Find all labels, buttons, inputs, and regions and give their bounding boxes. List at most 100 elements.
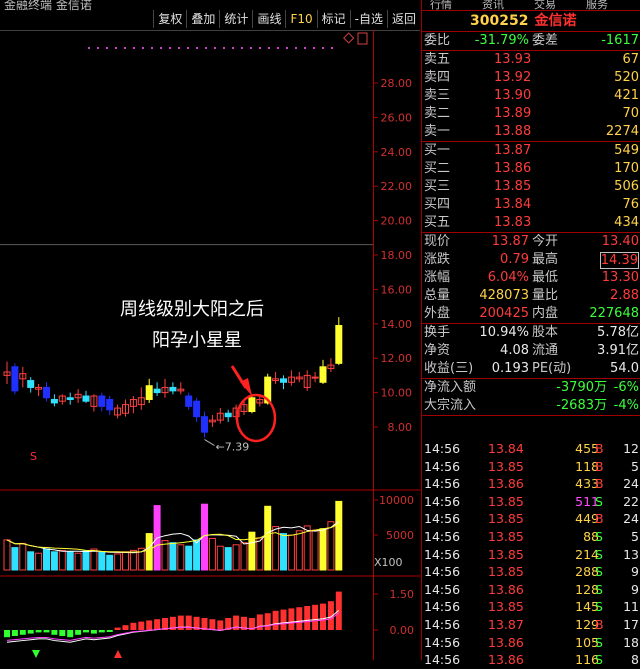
volume-bar (280, 533, 287, 571)
panel-tab-2[interactable]: 交易 (534, 0, 556, 12)
stats2-value: 10.94% (479, 325, 529, 340)
macd-bar (217, 620, 224, 630)
tick-row: 14:56 13.85 88 S 5 (422, 528, 640, 546)
stats2-label: PE(动) (532, 361, 572, 376)
tick-price: 13.85 (488, 599, 524, 615)
candle-body (98, 395, 106, 407)
toolbar-button-5[interactable]: 标记 (316, 10, 350, 28)
bids-price: 13.83 (494, 215, 532, 230)
macd-bar (114, 627, 121, 630)
tick-side: B (595, 511, 604, 527)
bids-price: 13.85 (494, 179, 532, 194)
annotation-line1: 周线级别大阳之后 (120, 299, 264, 320)
page-icon (357, 32, 368, 45)
bids-row: 买一 13.87 549 (422, 142, 640, 160)
macd-bar (4, 630, 10, 638)
panel-tabs: 行情 资讯 交易 服务 (422, 0, 640, 11)
toolbar-button-1[interactable]: 叠加 (186, 10, 219, 28)
asks-volume: 67 (622, 52, 639, 67)
flow-value: -3790万 (556, 380, 607, 395)
volume-bar (169, 542, 177, 571)
low-label: ←7.39 (216, 440, 250, 453)
stats-value: 13.87 (491, 234, 529, 249)
macd-bar (11, 630, 18, 636)
volume-bar (114, 553, 122, 571)
diamond-icon (343, 32, 355, 44)
candle-body (153, 388, 161, 394)
volume-bar (122, 551, 129, 571)
toolbar-button-4[interactable]: F10 (285, 10, 316, 28)
candle-body (82, 395, 90, 402)
asks-label: 卖五 (424, 52, 451, 67)
asks-label: 卖四 (424, 70, 451, 85)
macd-bar (19, 630, 26, 635)
tick-row: 14:56 13.86 433 B 24 (422, 475, 640, 493)
volume-bar (208, 538, 216, 571)
candle-body (335, 325, 343, 364)
macd-tick-label: 1.50 (390, 588, 415, 601)
candle-body (248, 397, 256, 413)
stats-label: 内盘 (532, 306, 559, 321)
toolbar-button-0[interactable]: 复权 (153, 10, 186, 28)
annotation-line2: 阳孕小星星 (152, 330, 242, 351)
macd-bar (67, 630, 74, 638)
volume-bar (35, 552, 43, 571)
volume-bar (264, 505, 272, 571)
stats-label: 涨幅 (424, 270, 451, 285)
bids-volume: 549 (614, 143, 639, 158)
stock-name: 金信诺 (534, 13, 577, 29)
volume-bar (90, 548, 98, 571)
macd-bar (27, 630, 34, 634)
asks-label: 卖三 (424, 88, 451, 103)
flow-value: -2683万 (556, 398, 607, 413)
price-tick-label: 16.00 (381, 283, 413, 296)
bids-volume: 170 (614, 161, 639, 176)
candle-body (185, 395, 193, 407)
volume-bar (177, 544, 185, 571)
volume-bar (193, 539, 201, 571)
stats-value: 428073 (479, 288, 529, 303)
stats-row: 涨跌 0.79 最高 14.39 (422, 251, 640, 269)
price-tick-label: 24.00 (381, 146, 413, 159)
stats-row: 总量 428073 量比 2.88 (422, 287, 640, 305)
volume-bar (129, 549, 137, 571)
chart-toolbar: 复权 叠加 统计 画线 F10 标记 -自选 返回 (153, 10, 420, 28)
asks-row: 卖二 13.89 70 (422, 105, 640, 123)
tick-side: B (595, 476, 604, 492)
macd-tick-label: 0.00 (390, 624, 415, 637)
volume-bar (335, 500, 343, 571)
panel-tab-0[interactable]: 行情 (430, 0, 452, 12)
tick-time: 14:56 (424, 581, 461, 597)
toolbar-button-2[interactable]: 统计 (219, 10, 252, 28)
weibi-value: -31.79% (474, 33, 529, 48)
volume-bar (50, 551, 58, 571)
toolbar-button-6[interactable]: -自选 (349, 10, 387, 28)
tick-count: 5 (631, 529, 639, 544)
toolbar-button-7[interactable]: 返回 (386, 10, 420, 28)
tick-count: 18 (623, 634, 639, 650)
tick-time: 14:56 (424, 476, 461, 492)
price-tick-label: 28.00 (381, 77, 413, 90)
flow-label: 净流入额 (424, 380, 477, 395)
tick-row: 14:56 13.85 449 B 24 (422, 510, 640, 528)
macd-up-arrow-icon (114, 650, 122, 658)
volume-bar (327, 521, 335, 571)
flow-row: 大宗流入 -2683万 -4% (422, 397, 640, 415)
chart-topbar: 金融终端 金信诺 复权 叠加 统计 画线 F10 标记 -自选 返回 (0, 0, 420, 31)
bids-volume: 434 (614, 215, 639, 230)
tick-row: 14:56 13.87 129 B 17 (422, 616, 640, 634)
asks-price: 13.93 (494, 52, 532, 67)
bids-row: 买四 13.84 76 (422, 196, 640, 214)
macd-bar (320, 603, 326, 630)
volume-bar (161, 540, 169, 571)
kline-chart[interactable]: 28.00 26.00 24.00 22.00 20.00 18.00 16.00 14.00… (0, 30, 420, 660)
panel-tab-3[interactable]: 服务 (586, 0, 608, 12)
candle-body (11, 366, 19, 392)
macd-bar (272, 610, 279, 630)
stock-header: 300252 金信诺 (422, 11, 640, 32)
toolbar-button-3[interactable]: 画线 (252, 10, 285, 28)
tick-row: 14:56 13.86 105 S 18 (422, 634, 640, 652)
panel-tab-1[interactable]: 资讯 (482, 0, 504, 12)
price-tick-label: 8.00 (388, 421, 413, 434)
stats2-label: 净资 (424, 343, 451, 358)
